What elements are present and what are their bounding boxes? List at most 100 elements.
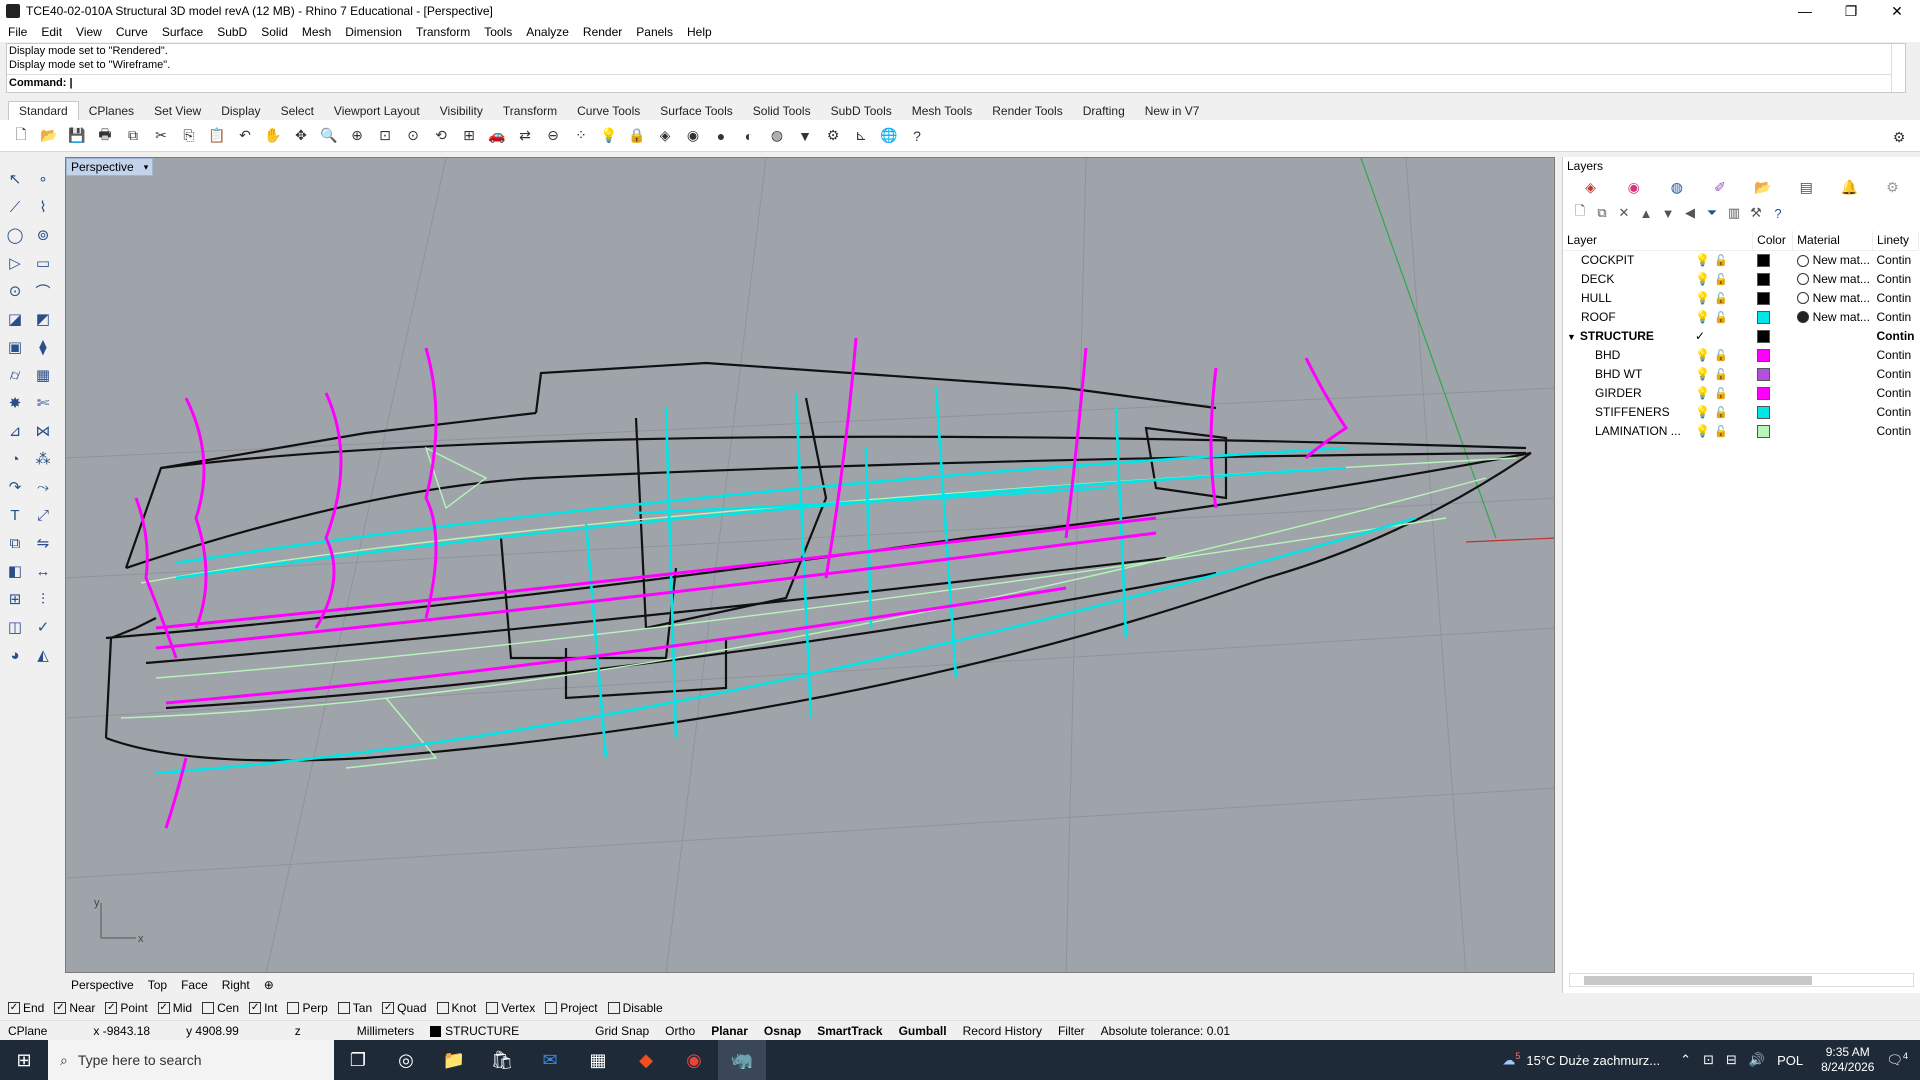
menu-solid[interactable]: Solid bbox=[261, 25, 288, 39]
store-icon[interactable]: 🛍 bbox=[478, 1040, 526, 1080]
layer-material-cell[interactable] bbox=[1793, 364, 1873, 383]
display-tab-icon[interactable]: ▤ bbox=[1785, 177, 1828, 197]
pan-hand-icon[interactable]: ✋ bbox=[262, 125, 284, 147]
osnap-disable[interactable]: Disable bbox=[607, 1001, 663, 1015]
select-arrow-icon[interactable]: ↖ bbox=[4, 168, 26, 190]
fillet-icon[interactable]: ◔ bbox=[4, 448, 26, 470]
menu-subd[interactable]: SubD bbox=[217, 25, 247, 39]
layer-color-cell[interactable] bbox=[1753, 364, 1793, 383]
menu-panels[interactable]: Panels bbox=[636, 25, 673, 39]
arc-icon[interactable]: ⌒ bbox=[32, 280, 54, 302]
toolbar-settings-icon[interactable]: ⚙ bbox=[1888, 126, 1910, 148]
car-icon[interactable]: 🚗 bbox=[486, 125, 508, 147]
zoom-window-icon[interactable]: ⊕ bbox=[346, 125, 368, 147]
rhino-taskbar-icon[interactable]: 🦏 bbox=[718, 1040, 766, 1080]
command-scrollbar[interactable] bbox=[1891, 44, 1905, 92]
move-parent-icon[interactable]: ◀ bbox=[1679, 203, 1701, 223]
layer-name-cell[interactable]: BHD 💡 🔓 bbox=[1563, 345, 1753, 364]
boolean-icon[interactable]: ⧫ bbox=[32, 336, 54, 358]
render-sphere-icon[interactable]: ◐ bbox=[738, 125, 760, 147]
layer-row-bhd[interactable]: BHD 💡 🔓 Contin bbox=[1563, 345, 1919, 364]
layers-icon[interactable]: ◈ bbox=[654, 125, 676, 147]
figma-icon[interactable]: ◆ bbox=[622, 1040, 670, 1080]
visible-bulb-icon[interactable]: 💡 bbox=[1695, 424, 1710, 438]
print-icon[interactable]: 🖶 bbox=[94, 125, 116, 147]
shade-icon[interactable]: ◕ bbox=[4, 644, 26, 666]
layer-color-cell[interactable] bbox=[1753, 326, 1793, 345]
command-input[interactable]: Command: | bbox=[7, 74, 1892, 90]
menu-edit[interactable]: Edit bbox=[41, 25, 62, 39]
cplane-icon[interactable]: ⊖ bbox=[542, 125, 564, 147]
viewport-tab-top[interactable]: Top bbox=[148, 978, 167, 992]
osnap-end[interactable]: ✓ End bbox=[8, 1001, 44, 1015]
material-sphere-icon[interactable]: ◍ bbox=[766, 125, 788, 147]
volume-icon[interactable]: 🔊 bbox=[1749, 1052, 1765, 1068]
cylinder-icon[interactable]: ⌭ bbox=[4, 364, 26, 386]
layer-material-cell[interactable] bbox=[1793, 402, 1873, 421]
tab-select[interactable]: Select bbox=[271, 102, 324, 120]
menu-transform[interactable]: Transform bbox=[416, 25, 470, 39]
layer-color-swatch[interactable] bbox=[1756, 405, 1770, 419]
layer-linetype-cell[interactable]: Contin bbox=[1873, 307, 1919, 326]
filter-toggle[interactable]: Filter bbox=[1050, 1024, 1093, 1038]
scale-icon[interactable]: ⤢ bbox=[32, 504, 54, 526]
osnap-checkbox[interactable]: ✓ bbox=[249, 1002, 262, 1014]
osnap-checkbox[interactable]: ✓ bbox=[105, 1002, 118, 1014]
select-points-icon[interactable]: ⁘ bbox=[570, 125, 592, 147]
osnap-checkbox[interactable]: ✓ bbox=[157, 1002, 170, 1014]
layers-tab-icon[interactable]: ◈ bbox=[1569, 177, 1612, 197]
add-viewport-icon[interactable]: ⊕ bbox=[264, 978, 274, 992]
layer-row-stiffeners[interactable]: STIFFENERS 💡 🔓 Contin bbox=[1563, 402, 1919, 421]
layer-material-cell[interactable] bbox=[1793, 345, 1873, 364]
layer-material-cell[interactable]: New mat... bbox=[1793, 288, 1873, 307]
tab-viewport-layout[interactable]: Viewport Layout bbox=[324, 102, 430, 120]
explode-icon[interactable]: ✸ bbox=[4, 392, 26, 414]
layer-material-cell[interactable] bbox=[1793, 383, 1873, 402]
layer-linetype-cell[interactable]: Contin bbox=[1873, 364, 1919, 383]
visible-bulb-icon[interactable]: 💡 bbox=[1695, 348, 1710, 362]
color-wheel-icon[interactable]: ◉ bbox=[682, 125, 704, 147]
box-icon[interactable]: ▣ bbox=[4, 336, 26, 358]
zoom-selected-icon[interactable]: ⊙ bbox=[402, 125, 424, 147]
move-icon[interactable]: ⇄ bbox=[514, 125, 536, 147]
unlock-icon[interactable]: 🔓 bbox=[1714, 274, 1728, 286]
tab-drafting[interactable]: Drafting bbox=[1073, 102, 1135, 120]
paste-icon[interactable]: 📋 bbox=[206, 125, 228, 147]
layer-color-cell[interactable] bbox=[1753, 269, 1793, 288]
clock[interactable]: 9:35 AM 8/24/2026 bbox=[1821, 1045, 1874, 1075]
tab-surface-tools[interactable]: Surface Tools bbox=[650, 102, 743, 120]
offset-icon[interactable]: ⊿ bbox=[4, 420, 26, 442]
layer-row-cockpit[interactable]: COCKPIT 💡 🔓 New mat... Contin bbox=[1563, 250, 1919, 269]
layer-name-cell[interactable]: GIRDER 💡 🔓 bbox=[1563, 383, 1753, 402]
lock-icon[interactable]: 🔒 bbox=[626, 125, 648, 147]
osnap-tan[interactable]: Tan bbox=[337, 1001, 372, 1015]
menu-render[interactable]: Render bbox=[583, 25, 622, 39]
tab-subd-tools[interactable]: SubD Tools bbox=[821, 102, 902, 120]
unlock-icon[interactable]: 🔓 bbox=[1714, 388, 1728, 400]
menu-curve[interactable]: Curve bbox=[116, 25, 148, 39]
windows-start-icon[interactable]: ⊞ bbox=[0, 1040, 48, 1080]
taskbar-search[interactable]: ⌕ Type here to search bbox=[48, 1040, 334, 1080]
four-viewports-icon[interactable]: ⊞ bbox=[458, 125, 480, 147]
viewport-canvas[interactable]: y x bbox=[66, 158, 1555, 973]
layer-name-cell[interactable]: ▼ STRUCTURE ✓ bbox=[1563, 326, 1753, 345]
col-material[interactable]: Material bbox=[1792, 231, 1874, 251]
layer-color-swatch[interactable] bbox=[1756, 291, 1770, 305]
smarttrack-toggle[interactable]: SmartTrack bbox=[809, 1024, 890, 1038]
osnap-vertex[interactable]: Vertex bbox=[486, 1001, 535, 1015]
layer-color-cell[interactable] bbox=[1753, 383, 1793, 402]
task-view-icon[interactable]: ❐ bbox=[334, 1040, 382, 1080]
light-bulb-icon[interactable]: 💡 bbox=[598, 125, 620, 147]
osnap-knot[interactable]: Knot bbox=[436, 1001, 476, 1015]
tab-mesh-tools[interactable]: Mesh Tools bbox=[902, 102, 982, 120]
layer-name-cell[interactable]: COCKPIT 💡 🔓 bbox=[1563, 250, 1753, 269]
viewport-tab-right[interactable]: Right bbox=[222, 978, 250, 992]
unlock-icon[interactable]: 🔓 bbox=[1714, 312, 1728, 324]
layer-color-cell[interactable] bbox=[1753, 421, 1793, 440]
ellipse-icon[interactable]: ⊚ bbox=[32, 224, 54, 246]
dimension-tool-icon[interactable]: ↔ bbox=[32, 560, 54, 582]
mesh-icon[interactable]: ▦ bbox=[32, 364, 54, 386]
new-file-icon[interactable]: 🗋 bbox=[10, 125, 32, 147]
blend-icon[interactable]: ⤳ bbox=[32, 476, 54, 498]
analyze-icon[interactable]: ◫ bbox=[4, 616, 26, 638]
